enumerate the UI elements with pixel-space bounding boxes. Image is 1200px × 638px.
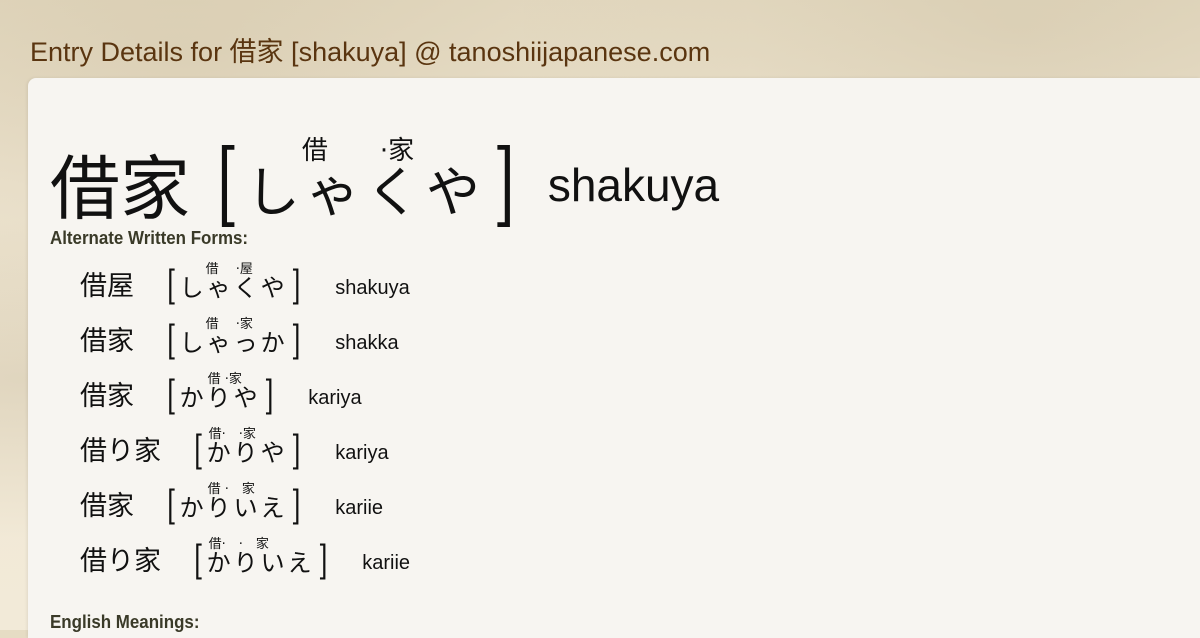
page-title: Entry Details for 借家 [shakuya] @ tanoshi… bbox=[30, 37, 711, 67]
entry-panel: 借家 [ 借 ·家 しゃくや ] shakuya Alternate Writt… bbox=[28, 78, 1200, 638]
alternate-romaji: shakka bbox=[335, 332, 399, 354]
close-bracket: ] bbox=[290, 483, 301, 529]
headword-furigana: 借 ·家 bbox=[301, 136, 415, 166]
alternate-forms-label: Alternate Written Forms: bbox=[50, 228, 249, 248]
close-bracket: ] bbox=[493, 130, 515, 237]
alternate-kana: かりや bbox=[206, 439, 288, 467]
alternate-furigana: 借 ·家 bbox=[205, 317, 253, 332]
alternate-kanji: 借家 bbox=[80, 491, 134, 522]
alternate-furigana: 借 ·屋 bbox=[205, 262, 253, 277]
alternate-kanji: 借家 bbox=[80, 381, 134, 412]
alternate-reading: 借 · 家 かりいえ bbox=[179, 482, 288, 526]
alternate-furigana: 借· · 家 bbox=[208, 537, 269, 552]
alternate-romaji: kariya bbox=[335, 442, 389, 464]
headword-kanji: 借家 bbox=[50, 148, 190, 230]
headword: 借家 [ 借 ·家 しゃくや ] shakuya bbox=[50, 110, 719, 230]
open-bracket: [ bbox=[194, 538, 204, 584]
open-bracket: [ bbox=[217, 130, 239, 237]
open-bracket: [ bbox=[194, 428, 204, 474]
headword-reading: 借 ·家 しゃくや bbox=[245, 136, 486, 230]
alternate-romaji: kariya bbox=[308, 387, 362, 409]
alternate-kana: しゃくや bbox=[179, 274, 288, 302]
alternate-form-row: 借家 [ 借 ·家 かりや ] kariya bbox=[80, 366, 362, 416]
close-bracket: ] bbox=[317, 538, 328, 584]
alternate-reading: 借 ·家 しゃっか bbox=[179, 317, 288, 361]
alternate-romaji: kariie bbox=[335, 497, 384, 519]
close-bracket: ] bbox=[290, 263, 301, 309]
headword-kana: しゃくや bbox=[245, 161, 486, 224]
alternate-form-row: 借家 [ 借 ·家 しゃっか ] shakka bbox=[80, 311, 399, 361]
alternate-form-row: 借り家 [ 借· ·家 かりや ] kariya bbox=[80, 421, 389, 471]
alternate-furigana: 借 · 家 bbox=[207, 482, 255, 497]
open-bracket: [ bbox=[167, 483, 177, 529]
alternate-kanji: 借屋 bbox=[80, 271, 134, 302]
alternate-romaji: kariie bbox=[362, 552, 411, 574]
alternate-furigana: 借· ·家 bbox=[208, 427, 256, 442]
alternate-kanji: 借り家 bbox=[80, 436, 161, 467]
close-bracket: ] bbox=[290, 318, 301, 364]
alternate-kanji: 借家 bbox=[80, 326, 134, 357]
alternate-kanji: 借り家 bbox=[80, 546, 161, 577]
alternate-romaji: shakuya bbox=[335, 277, 410, 299]
alternate-reading: 借· ·家 かりや bbox=[206, 427, 288, 471]
open-bracket: [ bbox=[167, 318, 177, 364]
alternate-form-row: 借屋 [ 借 ·屋 しゃくや ] shakuya bbox=[80, 256, 410, 306]
open-bracket: [ bbox=[167, 263, 177, 309]
open-bracket: [ bbox=[167, 373, 177, 419]
alternate-reading: 借 ·屋 しゃくや bbox=[179, 262, 288, 306]
close-bracket: ] bbox=[290, 428, 301, 474]
alternate-kana: かりや bbox=[179, 384, 261, 412]
alternate-reading: 借· · 家 かりいえ bbox=[206, 537, 315, 581]
alternate-reading: 借 ·家 かりや bbox=[179, 372, 261, 416]
headword-romaji: shakuya bbox=[547, 159, 720, 211]
alternate-kana: かりいえ bbox=[206, 549, 315, 577]
alternate-kana: しゃっか bbox=[179, 329, 288, 357]
alternate-form-row: 借り家 [ 借· · 家 かりいえ ] kariie bbox=[80, 531, 410, 581]
alternate-form-row: 借家 [ 借 · 家 かりいえ ] kariie bbox=[80, 476, 383, 526]
alternate-kana: かりいえ bbox=[179, 494, 288, 522]
alternate-furigana: 借 ·家 bbox=[207, 372, 242, 387]
close-bracket: ] bbox=[263, 373, 274, 419]
